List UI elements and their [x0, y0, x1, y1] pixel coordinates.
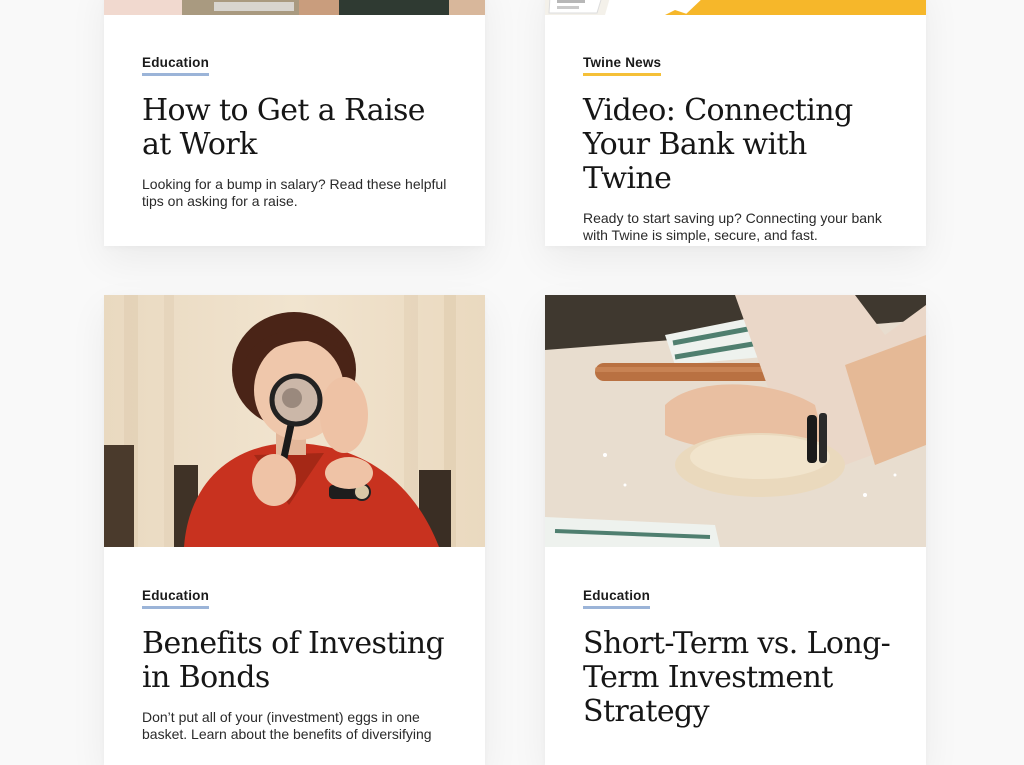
category-tag[interactable]: Education: [142, 55, 210, 76]
article-card-bonds[interactable]: Education Benefits of Investing in Bonds…: [104, 295, 485, 765]
category-tag[interactable]: Education: [142, 588, 210, 609]
article-card-raise[interactable]: Education How to Get a Raise at Work Loo…: [104, 0, 485, 246]
category-tag[interactable]: Education: [583, 588, 651, 609]
article-title[interactable]: How to Get a Raise at Work: [142, 94, 455, 162]
article-title[interactable]: Benefits of Investing in Bonds: [142, 627, 455, 695]
article-card-connect-bank[interactable]: Twine News Video: Connecting Your Bank w…: [545, 0, 926, 246]
article-description: Don’t put all of your (investment) eggs …: [142, 709, 432, 742]
article-description: Ready to start saving up? Connecting you…: [583, 210, 882, 243]
article-image-dough[interactable]: [545, 295, 926, 547]
article-image-person-laptop[interactable]: [104, 0, 485, 15]
article-description: Looking for a bump in salary? Read these…: [142, 176, 447, 209]
article-title[interactable]: Video: Connecting Your Bank with Twine: [583, 94, 896, 196]
article-image-app-screens[interactable]: [545, 0, 926, 15]
article-title[interactable]: Short-Term vs. Long-Term Investment Stra…: [583, 627, 896, 729]
category-tag[interactable]: Twine News: [583, 55, 662, 76]
article-image-magnifying-glass[interactable]: [104, 295, 485, 547]
article-card-investment-strategy[interactable]: Education Short-Term vs. Long-Term Inves…: [545, 295, 926, 765]
